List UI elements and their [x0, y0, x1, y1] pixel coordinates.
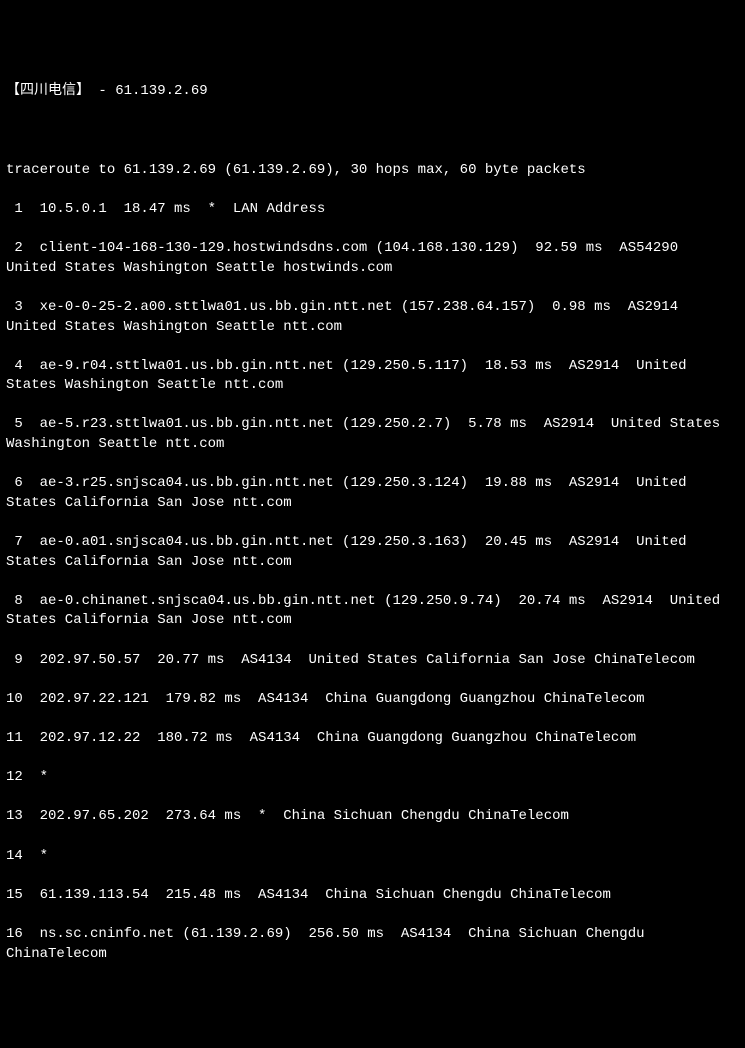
hop-line: 11 202.97.12.22 180.72 ms AS4134 China G… [6, 729, 739, 749]
hop-line: 8 ae-0.chinanet.snjsca04.us.bb.gin.ntt.n… [6, 592, 739, 631]
hop-line: 9 202.97.50.57 20.77 ms AS4134 United St… [6, 651, 739, 671]
hop-line: 10 202.97.22.121 179.82 ms AS4134 China … [6, 690, 739, 710]
hop-line: 3 xe-0-0-25-2.a00.sttlwa01.us.bb.gin.ntt… [6, 298, 739, 337]
traceroute-header: traceroute to 61.139.2.69 (61.139.2.69),… [6, 161, 739, 181]
hop-line: 15 61.139.113.54 215.48 ms AS4134 China … [6, 886, 739, 906]
hop-line: 12 * [6, 768, 739, 788]
hop-line: 13 202.97.65.202 273.64 ms * China Sichu… [6, 807, 739, 827]
terminal-title: 【四川电信】 - 61.139.2.69 [6, 82, 739, 102]
hop-line: 16 ns.sc.cninfo.net (61.139.2.69) 256.50… [6, 925, 739, 964]
hop-line: 5 ae-5.r23.sttlwa01.us.bb.gin.ntt.net (1… [6, 415, 739, 454]
hop-line: 2 client-104-168-130-129.hostwindsdns.co… [6, 239, 739, 278]
hop-line: 4 ae-9.r04.sttlwa01.us.bb.gin.ntt.net (1… [6, 357, 739, 396]
hop-line: 1 10.5.0.1 18.47 ms * LAN Address [6, 200, 739, 220]
hop-line: 6 ae-3.r25.snjsca04.us.bb.gin.ntt.net (1… [6, 474, 739, 513]
hop-line: 14 * [6, 847, 739, 867]
blank-line [6, 122, 739, 142]
hop-line: 7 ae-0.a01.snjsca04.us.bb.gin.ntt.net (1… [6, 533, 739, 572]
